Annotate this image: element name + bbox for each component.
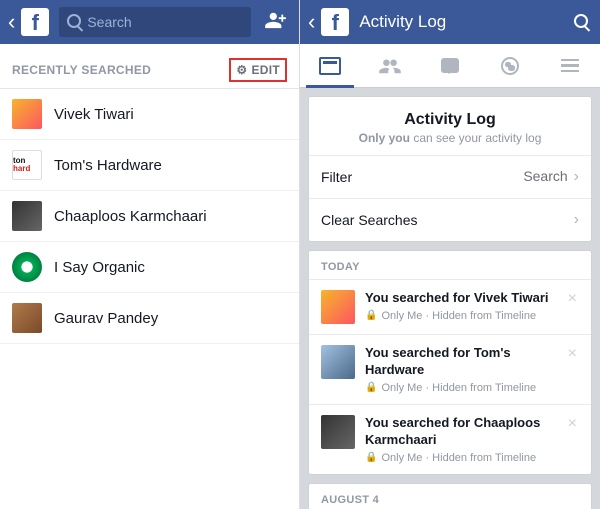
avatar [321, 290, 355, 324]
facebook-logo[interactable]: f [321, 8, 349, 36]
edit-button[interactable]: ⚙ EDIT [229, 58, 287, 82]
tab-more[interactable] [540, 44, 600, 87]
list-item[interactable]: Chaaploos Karmchaari [0, 191, 299, 242]
chevron-right-icon: › [574, 168, 579, 185]
list-item-label: Gaurav Pandey [54, 310, 158, 327]
log-item[interactable]: You searched for Tom's Hardware 🔒Only Me… [309, 334, 591, 404]
log-text: You searched for Vivek Tiwari 🔒Only Me ·… [365, 290, 566, 322]
list-item-label: Tom's Hardware [54, 157, 162, 174]
dismiss-icon[interactable]: × [566, 345, 579, 363]
list-item-label: Chaaploos Karmchaari [54, 208, 207, 225]
clear-label: Clear Searches [321, 212, 418, 228]
edit-label: EDIT [251, 63, 280, 77]
newsfeed-icon [319, 57, 341, 75]
add-friend-icon[interactable] [257, 11, 295, 34]
list-item[interactable]: tonhard Tom's Hardware [0, 140, 299, 191]
facebook-logo[interactable]: f [21, 8, 49, 36]
group-label: AUGUST 4 [309, 484, 591, 509]
filter-label: Filter [321, 169, 352, 185]
chevron-right-icon: › [574, 211, 579, 229]
list-item[interactable]: Gaurav Pandey [0, 293, 299, 344]
friends-icon [379, 57, 401, 75]
chat-icon [441, 58, 459, 73]
activity-summary-card: Activity Log Only you can see your activ… [308, 96, 592, 242]
lock-icon: 🔒 [365, 452, 377, 463]
group-label: TODAY [309, 251, 591, 279]
recent-section-header: RECENTLY SEARCHED ⚙ EDIT [0, 44, 299, 88]
list-item-label: Vivek Tiwari [54, 106, 134, 123]
avatar: tonhard [12, 150, 42, 180]
globe-icon [501, 57, 519, 75]
log-item[interactable]: You searched for Chaaploos Karmchaari 🔒O… [309, 404, 591, 474]
card-title: Activity Log [317, 111, 583, 129]
search-panel: ‹ f Search RECENTLY SEARCHED ⚙ EDIT Vive… [0, 0, 300, 509]
list-item[interactable]: I Say Organic [0, 242, 299, 293]
left-topbar: ‹ f Search [0, 0, 299, 44]
log-group-aug4: AUGUST 4 You searched for I Say Organic … [308, 483, 592, 509]
dismiss-icon[interactable]: × [566, 290, 579, 308]
tab-friends[interactable] [360, 44, 420, 87]
recent-list: Vivek Tiwari tonhard Tom's Hardware Chaa… [0, 89, 299, 344]
list-item[interactable]: Vivek Tiwari [0, 89, 299, 140]
tab-bar [300, 44, 600, 88]
log-text: You searched for Tom's Hardware 🔒Only Me… [365, 345, 566, 394]
avatar [12, 303, 42, 333]
card-header: Activity Log Only you can see your activ… [309, 97, 591, 155]
tab-messages[interactable] [420, 44, 480, 87]
right-topbar: ‹ f Activity Log [300, 0, 600, 44]
avatar [12, 252, 42, 282]
recent-section-title: RECENTLY SEARCHED [12, 63, 151, 77]
avatar [321, 345, 355, 379]
avatar [12, 201, 42, 231]
page-title: Activity Log [359, 12, 566, 32]
tab-notifications[interactable] [480, 44, 540, 87]
dismiss-icon[interactable]: × [566, 415, 579, 433]
lock-icon: 🔒 [365, 382, 377, 393]
hamburger-icon [561, 59, 579, 73]
activity-log-panel: ‹ f Activity Log Activity Log Only you c… [300, 0, 600, 509]
activity-scroll[interactable]: Activity Log Only you can see your activ… [300, 88, 600, 509]
filter-value-wrap: Search› [523, 168, 579, 186]
back-icon[interactable]: ‹ [304, 9, 319, 35]
search-placeholder: Search [87, 14, 131, 30]
search-icon [67, 14, 81, 31]
tab-newsfeed[interactable] [300, 44, 360, 87]
log-item[interactable]: You searched for Vivek Tiwari 🔒Only Me ·… [309, 279, 591, 334]
log-text: You searched for Chaaploos Karmchaari 🔒O… [365, 415, 566, 464]
lock-icon: 🔒 [365, 310, 377, 321]
gear-icon: ⚙ [236, 63, 247, 77]
filter-row[interactable]: Filter Search› [309, 155, 591, 198]
search-icon[interactable] [566, 12, 596, 33]
clear-searches-row[interactable]: Clear Searches › [309, 198, 591, 241]
card-subtitle: Only you can see your activity log [317, 131, 583, 145]
search-input[interactable]: Search [59, 7, 251, 37]
list-item-label: I Say Organic [54, 259, 145, 276]
avatar [12, 99, 42, 129]
back-icon[interactable]: ‹ [4, 9, 19, 35]
log-group-today: TODAY You searched for Vivek Tiwari 🔒Onl… [308, 250, 592, 475]
avatar [321, 415, 355, 449]
